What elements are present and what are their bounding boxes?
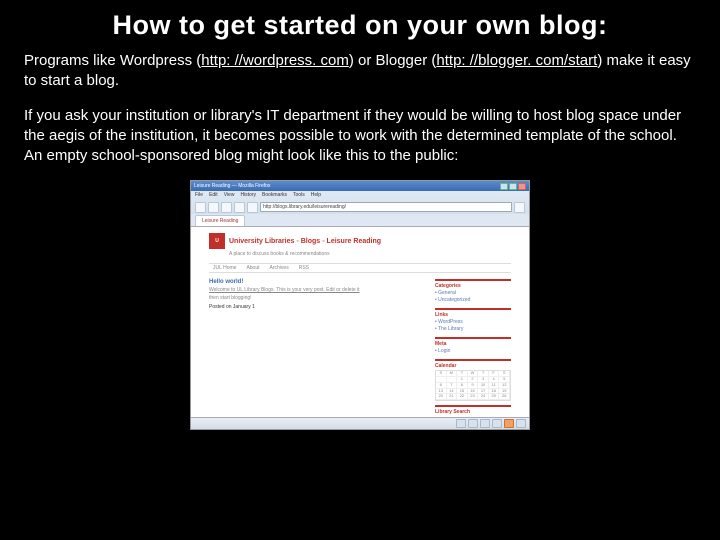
- nav-item[interactable]: RSS: [299, 265, 309, 271]
- task-button[interactable]: [480, 419, 490, 428]
- browser-tab[interactable]: Leisure Reading: [195, 215, 245, 226]
- sidebar-link[interactable]: WordPress: [435, 319, 511, 326]
- blog-nav: JUL Home About Archives RSS: [209, 263, 511, 273]
- menu-file[interactable]: File: [195, 192, 203, 199]
- menu-view[interactable]: View: [224, 192, 235, 199]
- toolbar: http://blogs.library.edu/leisurereading/: [191, 200, 529, 214]
- menu-help[interactable]: Help: [311, 192, 321, 199]
- post-meta: Welcome to UL Library Blogs. This is you…: [209, 287, 421, 293]
- paragraph-1: Programs like Wordpress (http: //wordpre…: [24, 51, 696, 92]
- sidebar-heading: Links: [435, 312, 511, 318]
- menu-history[interactable]: History: [240, 192, 256, 199]
- post-title[interactable]: Hello world!: [209, 279, 421, 285]
- tab-strip: Leisure Reading: [191, 214, 529, 226]
- window-title-bar: Leisure Reading — Mozilla Firefox: [191, 181, 529, 191]
- taskbar: [191, 417, 529, 429]
- breadcrumb: University Libraries ◦ Blogs ◦ Leisure R…: [229, 238, 381, 245]
- stop-button[interactable]: [234, 202, 245, 213]
- sidebar-heading: Meta: [435, 341, 511, 347]
- browser-chrome: Leisure Reading — Mozilla Firefox File E…: [191, 181, 529, 227]
- blog-header: U University Libraries ◦ Blogs ◦ Leisure…: [191, 227, 529, 259]
- nav-item[interactable]: JUL Home: [213, 265, 236, 271]
- sidebar-search: Library Search: [435, 405, 511, 416]
- menu-tools[interactable]: Tools: [293, 192, 305, 199]
- paragraph-2: If you ask your institution or library's…: [24, 106, 696, 167]
- sidebar-link[interactable]: General: [435, 290, 511, 297]
- sidebar-link[interactable]: Uncategorized: [435, 297, 511, 304]
- blogger-link[interactable]: http: //blogger. com/start: [436, 52, 597, 69]
- sidebar-links: Links WordPress The Library: [435, 308, 511, 333]
- sidebar-heading: Categories: [435, 283, 511, 289]
- back-button[interactable]: [195, 202, 206, 213]
- para1-text-a: Programs like Wordpress (: [24, 52, 201, 69]
- go-button[interactable]: [514, 202, 525, 213]
- forward-button[interactable]: [208, 202, 219, 213]
- minimize-button[interactable]: [500, 183, 508, 190]
- sidebar-heading: Library Search: [435, 409, 511, 415]
- sidebar-heading: Calendar: [435, 363, 511, 369]
- blog-sidebar: Categories General Uncategorized Links W…: [435, 279, 511, 417]
- close-button[interactable]: [518, 183, 526, 190]
- task-button[interactable]: [504, 419, 514, 428]
- screenshot-container: Leisure Reading — Mozilla Firefox File E…: [24, 180, 696, 430]
- menu-edit[interactable]: Edit: [209, 192, 218, 199]
- menu-bar: File Edit View History Bookmarks Tools H…: [191, 191, 529, 200]
- blog-page: U University Libraries ◦ Blogs ◦ Leisure…: [191, 227, 529, 417]
- sidebar-link[interactable]: Login: [435, 348, 511, 355]
- sidebar-link[interactable]: The Library: [435, 326, 511, 333]
- para1-text-b: ) or Blogger (: [349, 52, 437, 69]
- university-logo: U: [209, 233, 225, 249]
- blog-main-column: Hello world! Welcome to UL Library Blogs…: [209, 279, 421, 417]
- nav-item[interactable]: About: [246, 265, 259, 271]
- blog-screenshot: Leisure Reading — Mozilla Firefox File E…: [190, 180, 530, 430]
- sidebar-categories: Categories General Uncategorized: [435, 279, 511, 304]
- reload-button[interactable]: [221, 202, 232, 213]
- home-button[interactable]: [247, 202, 258, 213]
- maximize-button[interactable]: [509, 183, 517, 190]
- task-button[interactable]: [492, 419, 502, 428]
- task-button[interactable]: [516, 419, 526, 428]
- sidebar-calendar: Calendar SMTWTFS 12345 6789101112 131415…: [435, 359, 511, 401]
- menu-bookmarks[interactable]: Bookmarks: [262, 192, 287, 199]
- window-title: Leisure Reading — Mozilla Firefox: [194, 183, 500, 189]
- blog-subhead: A place to discuss books & recommendatio…: [229, 251, 511, 257]
- slide-title: How to get started on your own blog:: [24, 10, 696, 41]
- post-body: Posted on January 1: [209, 304, 421, 310]
- task-button[interactable]: [456, 419, 466, 428]
- task-button[interactable]: [468, 419, 478, 428]
- address-bar[interactable]: http://blogs.library.edu/leisurereading/: [260, 202, 512, 212]
- calendar-widget[interactable]: SMTWTFS 12345 6789101112 13141516171819 …: [435, 370, 511, 401]
- nav-item[interactable]: Archives: [270, 265, 289, 271]
- wordpress-link[interactable]: http: //wordpress. com: [201, 52, 349, 69]
- sidebar-meta: Meta Login: [435, 337, 511, 355]
- post-author: then start blogging!: [209, 295, 421, 301]
